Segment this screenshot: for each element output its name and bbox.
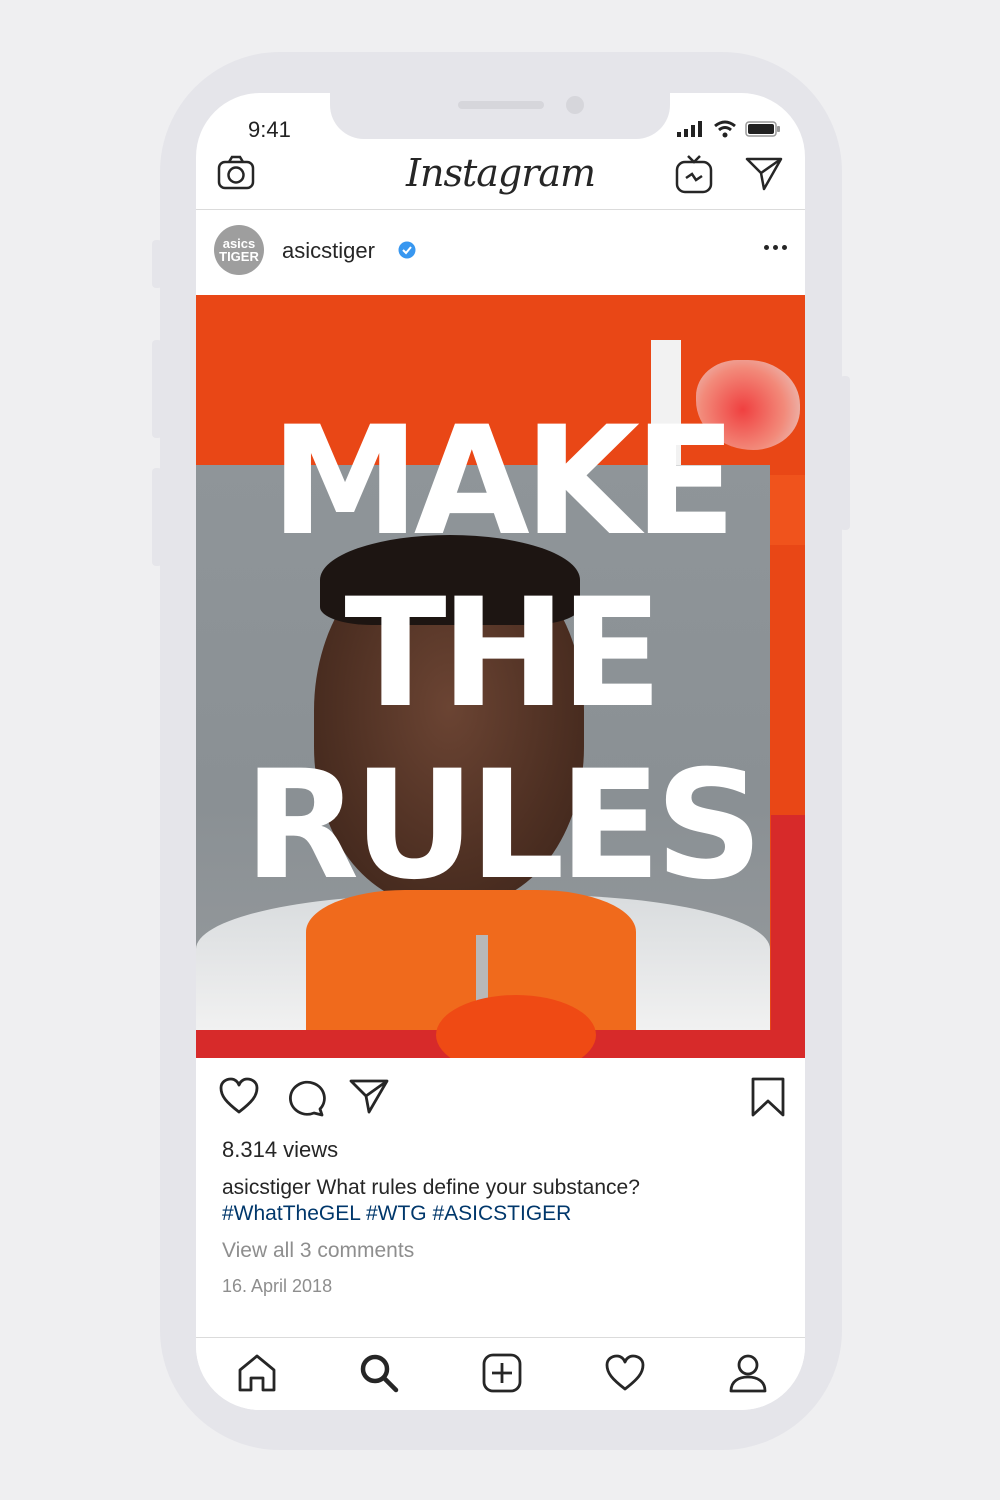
home-icon[interactable] xyxy=(236,1352,278,1394)
search-icon[interactable] xyxy=(358,1352,400,1394)
image-headline: MAKE THE RULES xyxy=(196,397,805,913)
like-icon[interactable] xyxy=(218,1076,260,1116)
view-count: 8.314 views xyxy=(222,1137,339,1162)
post-date: 16. April 2018 xyxy=(222,1276,333,1296)
avatar[interactable]: asics TIGER xyxy=(214,225,264,275)
avatar-text-bottom: TIGER xyxy=(219,249,259,264)
phone-screen: 9:41 Instagram asics TIGER asicstiger MA… xyxy=(196,93,805,1410)
post-username[interactable]: asicstiger xyxy=(282,238,375,264)
headline-line-2: THE xyxy=(344,567,662,741)
more-options-icon[interactable] xyxy=(764,245,787,250)
wifi-icon xyxy=(714,120,736,138)
post-caption: asicstiger What rules define your substa… xyxy=(222,1175,782,1227)
notch xyxy=(330,93,670,139)
phone-power-button xyxy=(840,376,850,530)
bookmark-icon[interactable] xyxy=(749,1076,787,1118)
caption-username[interactable]: asicstiger xyxy=(222,1176,311,1199)
view-all-comments-link[interactable]: View all 3 comments xyxy=(222,1239,414,1263)
bottom-tab-bar xyxy=(196,1337,805,1410)
comment-icon[interactable] xyxy=(284,1076,326,1118)
phone-volume-up xyxy=(152,340,162,438)
battery-icon xyxy=(745,121,780,137)
activity-icon[interactable] xyxy=(604,1352,646,1394)
post-header: asics TIGER asicstiger xyxy=(196,211,805,295)
headline-line-1: MAKE xyxy=(270,395,736,569)
signal-icon xyxy=(677,121,702,137)
direct-message-icon[interactable] xyxy=(744,153,784,193)
phone-silent-switch xyxy=(152,240,162,288)
profile-icon[interactable] xyxy=(727,1352,769,1394)
status-icons xyxy=(677,120,781,138)
status-time: 9:41 xyxy=(248,117,291,142)
verified-badge-icon xyxy=(398,241,416,259)
speaker xyxy=(458,101,544,109)
post-image[interactable]: MAKE THE RULES xyxy=(196,295,805,1058)
new-post-icon[interactable] xyxy=(481,1352,523,1394)
post-actions xyxy=(196,1068,805,1128)
phone-volume-down xyxy=(152,468,162,566)
caption-text: What rules define your substance? xyxy=(316,1176,640,1199)
app-header: Instagram xyxy=(196,143,805,210)
image-zipper xyxy=(476,935,488,1005)
caption-hashtags[interactable]: #WhatTheGEL #WTG #ASICSTIGER xyxy=(222,1202,571,1225)
headline-line-3: RULES xyxy=(243,739,763,913)
front-camera xyxy=(566,96,584,114)
igtv-icon[interactable] xyxy=(674,153,714,195)
share-icon[interactable] xyxy=(348,1076,390,1116)
